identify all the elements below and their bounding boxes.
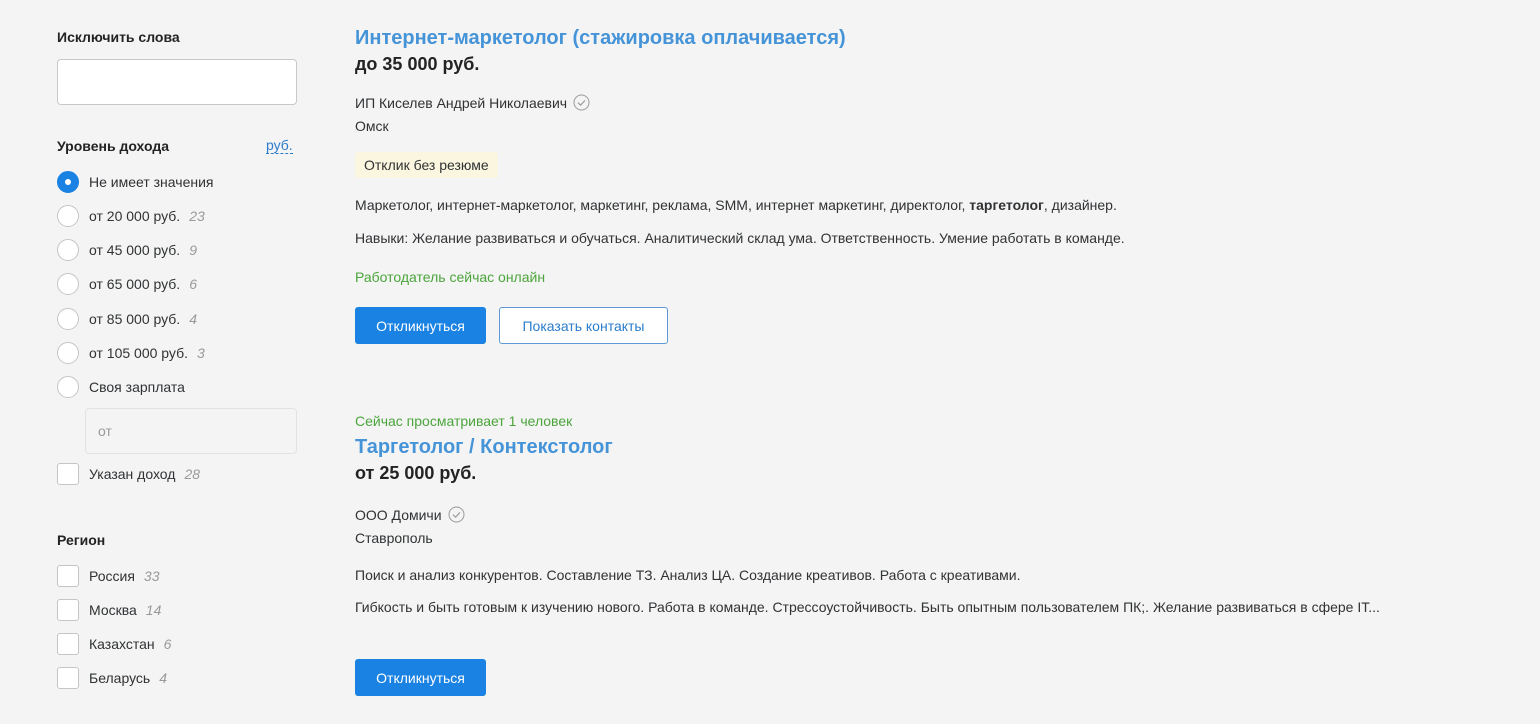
radio-button[interactable] [57, 205, 79, 227]
option-label: Указан доход [89, 466, 176, 482]
radio-button[interactable] [57, 342, 79, 364]
employer-name-link[interactable]: ООО Домичи [355, 507, 442, 523]
vacancy-salary: от 25 000 руб. [355, 463, 477, 483]
custom-salary-input[interactable]: от [85, 408, 297, 454]
radio-button[interactable] [57, 239, 79, 261]
option-count: 14 [145, 602, 162, 618]
check-circle-icon [573, 94, 590, 111]
income-option-20000[interactable]: от 20 000 руб. 23 [57, 204, 205, 228]
employer-row: ООО Домичи [355, 506, 465, 523]
income-option-any[interactable]: Не имеет значения [57, 170, 213, 194]
vacancy-salary: до 35 000 руб. [355, 54, 480, 74]
radio-button[interactable] [57, 308, 79, 330]
currency-selector-link[interactable]: руб. [266, 137, 293, 154]
checkbox[interactable] [57, 599, 79, 621]
responsibility-text-end: , дизайнер. [1043, 197, 1117, 213]
option-count: 4 [159, 670, 168, 686]
income-option-45000[interactable]: от 45 000 руб. 9 [57, 238, 197, 262]
no-resume-badge: Отклик без резюме [355, 152, 498, 178]
employer-online-status: Работодатель сейчас онлайн [355, 269, 546, 285]
exclude-words-input[interactable] [57, 59, 297, 105]
vacancy-requirement: Гибкость и быть готовым к изучению новог… [355, 599, 1380, 615]
vacancy-title-link[interactable]: Таргетолог / Контекстолог [355, 436, 613, 459]
highlighted-keyword: таргетолог [969, 197, 1044, 213]
radio-button[interactable] [57, 171, 79, 193]
income-option-105000[interactable]: от 105 000 руб. 3 [57, 341, 205, 365]
option-count: 28 [184, 466, 201, 482]
check-circle-icon [448, 506, 465, 523]
option-count: 6 [163, 636, 172, 652]
respond-button[interactable]: Откликнуться [355, 659, 486, 696]
option-count: 9 [189, 242, 197, 258]
region-option-russia[interactable]: Россия 33 [57, 564, 160, 588]
vacancy-requirement: Навыки: Желание развиваться и обучаться.… [355, 230, 1125, 246]
responsibility-text: Маркетолог, интернет-маркетолог, маркети… [355, 197, 970, 213]
vacancy-city: Омск [355, 118, 389, 134]
region-filter-title: Регион [57, 532, 106, 548]
vacancy-title-link[interactable]: Интернет-маркетолог (стажировка оплачива… [355, 27, 846, 50]
exclude-words-title: Исключить слова [57, 29, 180, 45]
radio-button[interactable] [57, 273, 79, 295]
option-count: 3 [196, 345, 205, 361]
checkbox[interactable] [57, 565, 79, 587]
option-label: от 20 000 руб. [89, 208, 181, 224]
option-label: Беларусь [89, 670, 151, 686]
income-option-custom[interactable]: Своя зарплата [57, 375, 185, 399]
region-option-belarus[interactable]: Беларусь 4 [57, 666, 167, 690]
checkbox[interactable] [57, 463, 79, 485]
vacancy-city: Ставрополь [355, 530, 433, 546]
employer-name-link[interactable]: ИП Киселев Андрей Николаевич [355, 95, 567, 111]
option-label: Своя зарплата [89, 379, 185, 395]
page: Исключить слова Уровень дохода руб. Не и… [0, 0, 1540, 724]
checkbox[interactable] [57, 633, 79, 655]
vacancy-responsibility: Маркетолог, интернет-маркетолог, маркети… [355, 194, 1475, 216]
option-label: от 65 000 руб. [89, 276, 181, 292]
show-contacts-button[interactable]: Показать контакты [499, 307, 668, 344]
option-count: 23 [189, 208, 205, 224]
option-label: Москва [89, 602, 137, 618]
respond-button[interactable]: Откликнуться [355, 307, 486, 344]
option-count: 4 [189, 311, 197, 327]
employer-row: ИП Киселев Андрей Николаевич [355, 94, 590, 111]
option-label: от 105 000 руб. [89, 345, 188, 361]
income-specified-checkbox-row[interactable]: Указан доход 28 [57, 462, 200, 486]
option-label: от 85 000 руб. [89, 311, 181, 327]
vacancy-responsibility: Поиск и анализ конкурентов. Составление … [355, 567, 1021, 583]
income-option-65000[interactable]: от 65 000 руб. 6 [57, 272, 197, 296]
option-label: Россия [89, 568, 135, 584]
option-count: 6 [189, 276, 197, 292]
option-count: 33 [143, 568, 160, 584]
income-filter-title: Уровень дохода [57, 138, 170, 154]
region-option-kazakhstan[interactable]: Казахстан 6 [57, 632, 171, 656]
option-label: Казахстан [89, 636, 155, 652]
region-option-moscow[interactable]: Москва 14 [57, 598, 161, 622]
income-option-85000[interactable]: от 85 000 руб. 4 [57, 307, 197, 331]
option-label: от 45 000 руб. [89, 242, 181, 258]
radio-button[interactable] [57, 376, 79, 398]
viewers-count-notice: Сейчас просматривает 1 человек [355, 413, 573, 429]
checkbox[interactable] [57, 667, 79, 689]
option-label: Не имеет значения [89, 174, 214, 190]
